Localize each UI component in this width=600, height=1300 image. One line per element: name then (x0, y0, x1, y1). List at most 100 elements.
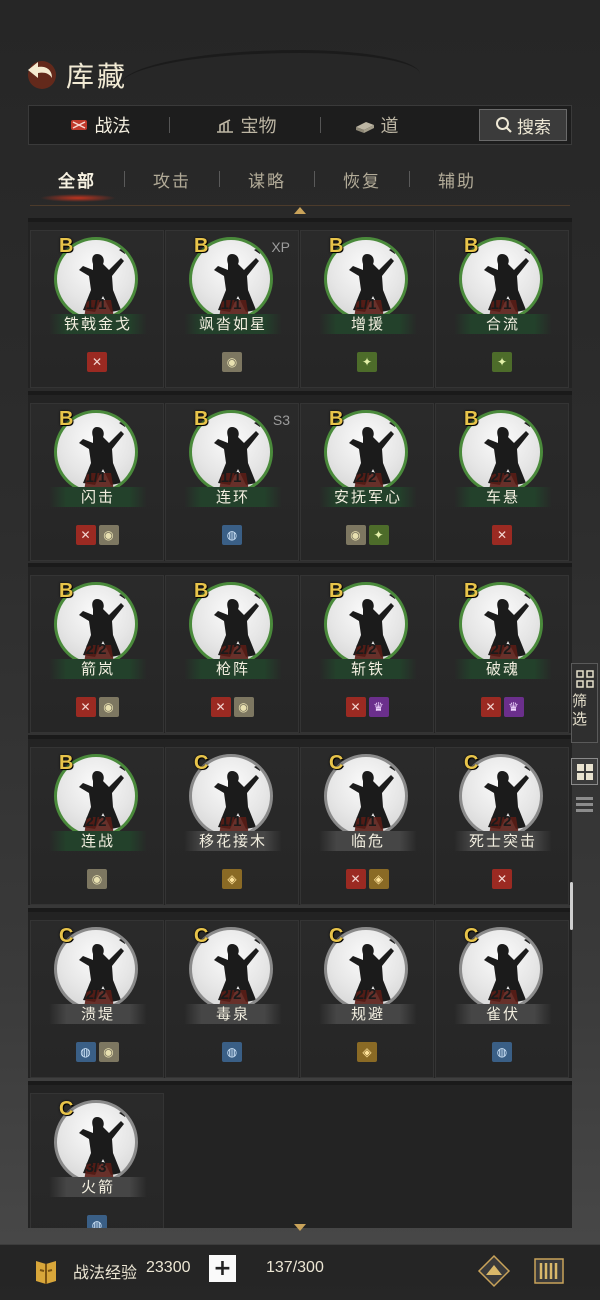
purple-type-icon: ♛ (368, 697, 389, 717)
tactic-type-badges: ◈ (301, 1042, 433, 1062)
tab-treasure-label: 宝物 (240, 116, 277, 137)
upgrade-icon[interactable] (476, 1253, 512, 1289)
tactic-type-badges: ✕ ◉ (31, 525, 163, 545)
tactic-card[interactable]: 1/1 B 增援 ✦ (300, 230, 434, 388)
shield-type-icon: ◈ (357, 1042, 377, 1062)
subtab-attack[interactable]: 攻击 (125, 167, 219, 192)
boost-type-icon: ✦ (357, 352, 377, 372)
tactic-card[interactable]: 2/2 B 连战 ◉ (30, 747, 164, 905)
tactic-count: 2/2 (490, 986, 512, 1003)
subtab-support[interactable]: 辅助 (410, 167, 504, 192)
grade-badge: B (464, 235, 479, 257)
tactic-card[interactable]: 1/1 B 合流 ✦ (435, 230, 569, 388)
tactic-name: 临危 (319, 831, 417, 851)
tactics-scroll-icon (70, 120, 87, 130)
attack-type-icon: ✕ (492, 525, 512, 545)
scroll-down-icon[interactable] (294, 1224, 306, 1231)
plan-type-icon: ◍ (87, 1215, 107, 1228)
subtab-all[interactable]: 全部 (30, 167, 124, 192)
exp-value: 23300 (146, 1259, 191, 1276)
tab-tactics[interactable]: 战法 (29, 106, 169, 144)
tactic-card[interactable]: 2/2 B 车悬 ✕ (435, 403, 569, 561)
grade-badge: C (329, 925, 344, 947)
tactic-type-badges: ✕ ◉ (31, 697, 163, 717)
tab-items[interactable]: 道 (321, 106, 431, 144)
tactic-card[interactable]: 1/1 C 临危 ✕ ◈ (300, 747, 434, 905)
treasure-icon (216, 119, 233, 133)
tactic-name: 毒泉 (184, 1004, 282, 1024)
grade-badge: B (194, 580, 209, 602)
tactic-card[interactable]: 2/2 B 斩铁 ✕ ♛ (300, 575, 434, 733)
scroll-up-icon[interactable] (294, 207, 306, 214)
page-title: 库藏 (66, 60, 129, 93)
tactic-tag: XP (271, 239, 290, 255)
tactic-card[interactable]: 2/2 C 溃堤 ◍ ◉ (30, 920, 164, 1078)
tactics-grid: 1/1 B 铁戟金戈 ✕ 1/1 B XP 飒沓如星 ◉ 1/1 B 增援 ✦ 1/1 B 合流 ✦ 1/1 B 闪击… (28, 218, 572, 1228)
list-view-icon[interactable] (575, 795, 594, 815)
tactic-count: 1/1 (85, 469, 107, 486)
filter-icon (575, 670, 594, 688)
tactic-card[interactable]: 2/2 C 雀伏 ◍ (435, 920, 569, 1078)
subtab-recovery[interactable]: 恢复 (315, 167, 409, 192)
tab-treasure[interactable]: 宝物 (170, 106, 320, 144)
tactic-name: 枪阵 (184, 659, 282, 679)
tactic-type-badges: ✕ ◉ (166, 697, 298, 717)
filter-label: 筛选 (572, 692, 588, 728)
search-label: 搜索 (517, 117, 551, 138)
tactic-name: 死士突击 (454, 831, 552, 851)
tactic-card[interactable]: 1/1 B S3 连环 ◍ (165, 403, 299, 561)
tactic-type-badges: ✕ ♛ (436, 697, 568, 717)
tactic-card[interactable]: 1/1 B 铁戟金戈 ✕ (30, 230, 164, 388)
grade-badge: B (329, 235, 344, 257)
back-button[interactable] (22, 56, 64, 94)
tactic-card[interactable]: 2/2 C 毒泉 ◍ (165, 920, 299, 1078)
tactic-card[interactable]: 2/2 B 枪阵 ✕ ◉ (165, 575, 299, 733)
tactic-count: 2/2 (355, 986, 377, 1003)
subtab-strategy[interactable]: 谋略 (220, 167, 314, 192)
scrollbar[interactable] (570, 882, 573, 930)
tactic-card[interactable]: 2/2 B 破魂 ✕ ♛ (435, 575, 569, 733)
tactic-card[interactable]: 2/2 B 安抚军心 ◉ ✦ (300, 403, 434, 561)
tactic-card[interactable]: 2/2 C 死士突击 ✕ (435, 747, 569, 905)
tactic-type-badges: ◍ (31, 1215, 163, 1228)
grade-badge: C (464, 925, 479, 947)
grade-badge: B (59, 235, 74, 257)
subtab-underline (30, 205, 570, 206)
tactic-name: 车悬 (454, 487, 552, 507)
tactic-type-badges: ✕ (31, 352, 163, 372)
tactic-card[interactable]: 1/1 B 闪击 ✕ ◉ (30, 403, 164, 561)
tactic-name: 箭岚 (49, 659, 147, 679)
capacity-count: 137/300 (266, 1259, 324, 1276)
tactic-name: 移花接木 (184, 831, 282, 851)
tactic-card[interactable]: 1/1 C 移花接木 ◈ (165, 747, 299, 905)
tactic-card[interactable]: 1/1 B XP 飒沓如星 ◉ (165, 230, 299, 388)
attack-type-icon: ✕ (75, 525, 96, 545)
filter-button[interactable]: 筛选 (571, 663, 598, 743)
tactic-type-badges: ✕ ◈ (301, 869, 433, 889)
bottom-bar: 战法经验 23300 + 137/300 (0, 1244, 600, 1300)
add-exp-button[interactable]: + (209, 1255, 236, 1282)
bookshelf-icon[interactable] (530, 1253, 568, 1289)
tactic-name: 飒沓如星 (184, 314, 282, 334)
grade-badge: B (329, 408, 344, 430)
tactic-count: 2/2 (490, 813, 512, 830)
tactic-type-badges: ✦ (301, 352, 433, 372)
tactic-card[interactable]: 2/2 C 规避 ◈ (300, 920, 434, 1078)
tactic-name: 斩铁 (319, 659, 417, 679)
tactic-name: 雀伏 (454, 1004, 552, 1024)
search-button[interactable]: 搜索 (479, 109, 567, 141)
grade-badge: B (59, 408, 74, 430)
tactic-card[interactable]: 3/3 C 火箭 ◍ (30, 1093, 164, 1228)
boost-type-icon: ✦ (368, 525, 389, 545)
tactic-name: 火箭 (49, 1177, 147, 1197)
items-icon (355, 122, 374, 133)
grade-badge: B (59, 580, 74, 602)
attack-type-icon: ✕ (345, 869, 366, 889)
grade-badge: B (59, 752, 74, 774)
grid-view-button[interactable] (571, 758, 598, 785)
tactic-type-badges: ◉ ✦ (301, 525, 433, 545)
plan-type-icon: ◍ (492, 1042, 512, 1062)
search-icon (496, 117, 512, 133)
tactic-card[interactable]: 2/2 B 箭岚 ✕ ◉ (30, 575, 164, 733)
purple-type-icon: ♛ (503, 697, 524, 717)
